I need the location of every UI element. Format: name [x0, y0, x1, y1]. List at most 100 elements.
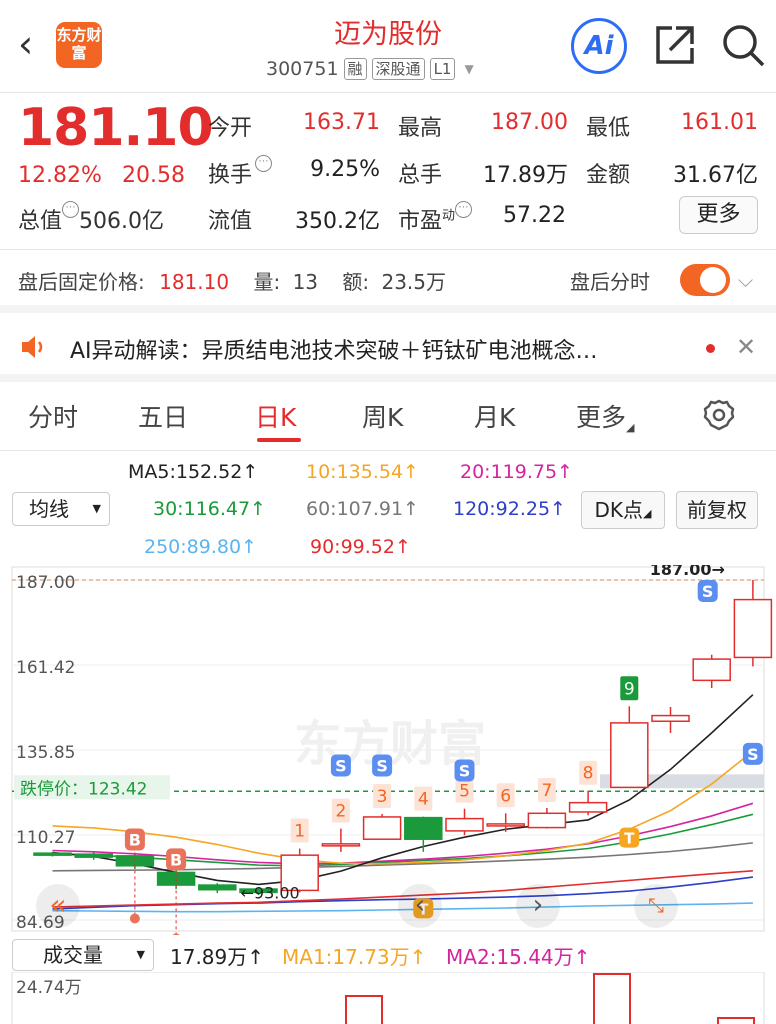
sell-marker-label: S [747, 745, 759, 764]
caret-down-icon: ▼ [92, 502, 101, 515]
forward-adjust-button[interactable]: 前复权 [676, 491, 758, 529]
candle-body [568, 801, 608, 813]
market-cap-value: 506.0亿 [79, 209, 164, 234]
y-axis-labels: 187.00161.42135.85110.2784.69跌停价：123.42 [14, 573, 170, 933]
corner-caret-icon: ◢ [643, 507, 652, 520]
search-button[interactable] [720, 22, 766, 68]
ma-line [52, 802, 754, 865]
candle-body [362, 816, 402, 840]
shenzhen-connect-tag: 深股通 [371, 58, 425, 80]
turnover-label: 换手⋯ [208, 155, 273, 189]
ma20-value: 20:119.75↑ [460, 461, 573, 483]
candle-body [404, 816, 443, 840]
chevron-left-icon[interactable]: ‹ [398, 884, 442, 928]
stock-code: 300751 [266, 58, 339, 80]
speaker-icon [20, 334, 48, 366]
pe-label: 市盈动⋯ [398, 201, 473, 235]
dk-points-button[interactable]: DK点◢ [581, 491, 665, 529]
sell-marker-label: S [376, 756, 388, 775]
y-tick-label: 135.85 [16, 743, 75, 763]
amount-value: 31.67亿 [673, 163, 758, 188]
gear-icon [703, 399, 735, 431]
tab-intraday[interactable]: 分时 [28, 398, 78, 434]
sequence-number: 9 [624, 679, 635, 699]
divider [0, 450, 776, 451]
pe-value: 57.22 [503, 203, 566, 228]
divider [0, 374, 776, 382]
sequence-number: 1 [294, 822, 305, 842]
more-quote-button[interactable]: 更多 [679, 196, 758, 234]
sequence-number: 5 [459, 782, 470, 802]
candle-body [74, 853, 113, 858]
high-value: 187.00 [491, 110, 568, 135]
after-hours-amt: 23.5万 [381, 270, 447, 294]
after-hours-amt-label: 额: [342, 270, 370, 294]
chart-settings-button[interactable] [702, 398, 736, 436]
buy-marker-label: B [170, 850, 182, 869]
market-cap-label: 总值 [18, 209, 63, 234]
info-icon[interactable]: ⋯ [62, 201, 80, 218]
after-hours-label: 盘后固定价格: [18, 270, 145, 294]
volume-indicator-select[interactable]: 成交量 ▼ [12, 939, 154, 971]
t-marker-label: T [624, 830, 635, 848]
float-cap-value: 350.2亿 [295, 209, 380, 234]
sequence-number: 6 [500, 786, 511, 806]
tab-monthly-k[interactable]: 月K [474, 398, 515, 434]
kline-chart[interactable]: 东方财富 123 4 5 6 789BBS S SSSTT187.00→←93.00 187… [0, 565, 776, 935]
y-tick-label: 161.42 [16, 658, 75, 678]
volume-chart: 24.74万 [11, 972, 765, 1024]
market-cap[interactable]: 总值⋯506.0亿 [18, 201, 164, 235]
divider [0, 305, 776, 313]
after-hours-vol: 13 [292, 270, 319, 294]
close-icon[interactable]: ✕ [736, 333, 756, 361]
ma5-value: MA5:152.52↑ [128, 461, 259, 483]
ma-select[interactable]: 均线 ▼ [12, 492, 110, 526]
limit-down-label: 跌停价：123.42 [20, 779, 147, 799]
tab-daily-k[interactable]: 日K [255, 398, 296, 434]
ma-line [52, 813, 754, 867]
level1-tag: L1 [429, 58, 456, 80]
volume-ma2: MA2:15.44万↑ [446, 945, 591, 969]
info-icon[interactable]: ⋯ [255, 155, 273, 172]
sequence-number: 2 [335, 802, 346, 822]
sell-marker-label: S [459, 761, 471, 780]
chevron-right-icon[interactable]: › [516, 884, 560, 928]
zoom-icon[interactable]: ⤡ [634, 884, 678, 928]
open-label: 今开 [208, 116, 253, 141]
candle-body [486, 823, 525, 827]
pe-superscript: 动 [442, 208, 456, 224]
after-hours-chart-label: 盘后分时 [570, 270, 650, 294]
stock-code-line[interactable]: 300751 融 深股通 L1 ▼ [266, 58, 474, 80]
tab-weekly-k[interactable]: 周K [362, 398, 403, 434]
candle-body [321, 843, 361, 847]
volume-bar [345, 995, 383, 1024]
ma-line [52, 842, 753, 872]
tab-five-day[interactable]: 五日 [138, 398, 188, 434]
volume-value: 17.89万 [483, 163, 568, 188]
ai-insight-text[interactable]: AI异动解读：异质结电池技术突破＋钙钛矿电池概念… [70, 333, 690, 365]
chevron-down-icon[interactable]: ⌵ [738, 268, 753, 292]
candle-body [445, 817, 484, 832]
low-value: 161.01 [681, 110, 758, 135]
search-icon [723, 25, 765, 67]
low-price-label: ←93.00 [241, 883, 300, 902]
chart-grid [12, 579, 764, 921]
active-tab-indicator [257, 438, 301, 442]
after-hours-info: 盘后固定价格: 181.10 量: 13 额: 23.5万 [18, 266, 446, 295]
divider [0, 92, 776, 93]
share-icon [656, 26, 694, 64]
divider [0, 249, 776, 250]
sequence-number: 4 [418, 790, 429, 810]
tab-more[interactable]: 更多◢ [576, 398, 634, 434]
buy-marker-label: B [129, 830, 141, 849]
scroll-left-double-icon[interactable]: « [36, 884, 80, 928]
caret-down-icon: ▼ [464, 62, 474, 76]
marker-dot [172, 933, 180, 935]
float-cap-label: 流值 [208, 209, 253, 234]
amount-label: 金额 [586, 163, 631, 188]
candle-body [610, 722, 649, 789]
turnover-value: 9.25% [310, 157, 380, 182]
ai-assistant-button[interactable]: Ai [571, 18, 627, 74]
volume-bar [593, 973, 631, 1024]
share-button[interactable] [654, 24, 696, 66]
